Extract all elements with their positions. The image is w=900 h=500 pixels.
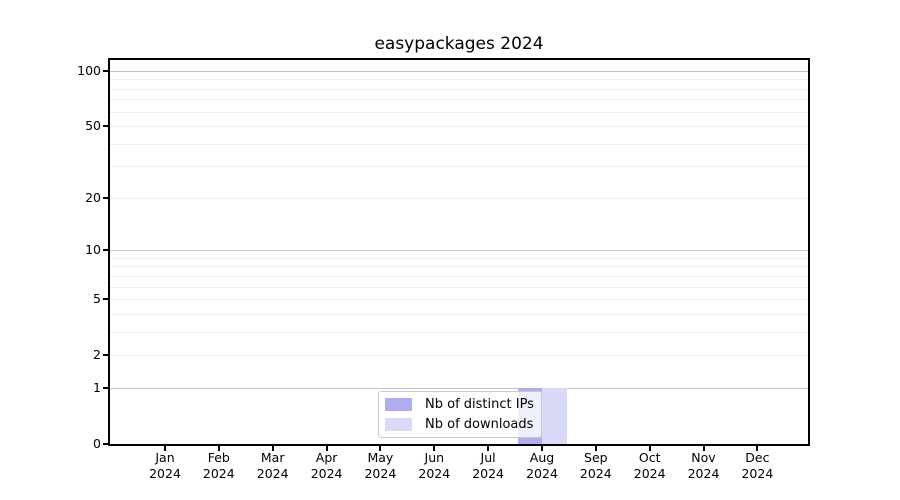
chart-title: easypackages 2024 xyxy=(108,34,810,56)
y-tick-label: 50 xyxy=(55,118,101,134)
x-axis-tick xyxy=(164,446,166,451)
y-axis-tick xyxy=(103,70,108,72)
y-gridline-minor xyxy=(110,258,808,259)
legend: Nb of distinct IPs Nb of downloads xyxy=(378,391,542,438)
x-axis-tick xyxy=(595,446,597,451)
y-tick-label: 100 xyxy=(55,63,101,79)
y-axis-tick xyxy=(103,197,108,199)
y-tick-label: 2 xyxy=(55,347,101,363)
y-gridline-minor xyxy=(110,79,808,80)
y-tick-label: 10 xyxy=(55,242,101,258)
bar-chart: easypackages 2024 Nb of distinct IPs Nb … xyxy=(0,0,900,500)
x-axis-tick xyxy=(703,446,705,451)
legend-swatch-downloads xyxy=(385,418,412,431)
x-tick-label: Dec2024 xyxy=(725,450,789,482)
y-gridline-minor xyxy=(110,166,808,167)
legend-swatch-distinct-ips xyxy=(385,398,412,411)
legend-label-downloads: Nb of downloads xyxy=(425,417,533,432)
y-gridline-minor xyxy=(110,144,808,145)
x-axis-tick xyxy=(433,446,435,451)
y-axis-tick xyxy=(103,354,108,356)
y-axis-tick xyxy=(103,125,108,127)
legend-item-distinct-ips: Nb of distinct IPs xyxy=(385,397,541,412)
y-gridline-minor xyxy=(110,276,808,277)
y-gridline-minor xyxy=(110,198,808,199)
y-gridline-minor xyxy=(110,112,808,113)
y-gridline-major xyxy=(110,71,808,72)
x-axis-tick xyxy=(756,446,758,451)
y-gridline-minor xyxy=(110,99,808,100)
x-axis-tick xyxy=(649,446,651,451)
y-gridline-minor xyxy=(110,287,808,288)
y-tick-label: 0 xyxy=(55,436,101,452)
legend-item-downloads: Nb of downloads xyxy=(385,417,541,432)
x-axis-tick xyxy=(326,446,328,451)
bar-downloads xyxy=(542,388,567,444)
y-gridline-minor xyxy=(110,355,808,356)
y-gridline-minor xyxy=(110,126,808,127)
x-axis-tick xyxy=(379,446,381,451)
y-gridline-major xyxy=(110,250,808,251)
y-axis-tick xyxy=(103,387,108,389)
x-axis-tick xyxy=(272,446,274,451)
y-gridline-minor xyxy=(110,332,808,333)
y-gridline-minor xyxy=(110,266,808,267)
y-tick-label: 1 xyxy=(55,380,101,396)
y-gridline-minor xyxy=(110,299,808,300)
y-axis-tick xyxy=(103,298,108,300)
x-axis-tick xyxy=(541,446,543,451)
x-axis-tick xyxy=(487,446,489,451)
y-tick-label: 5 xyxy=(55,291,101,307)
legend-label-distinct-ips: Nb of distinct IPs xyxy=(425,397,534,412)
y-gridline-major xyxy=(110,388,808,389)
y-gridline-minor xyxy=(110,89,808,90)
y-axis-tick xyxy=(103,249,108,251)
y-gridline-minor xyxy=(110,314,808,315)
y-tick-label: 20 xyxy=(55,190,101,206)
x-axis-tick xyxy=(218,446,220,451)
y-axis-tick xyxy=(103,443,108,445)
